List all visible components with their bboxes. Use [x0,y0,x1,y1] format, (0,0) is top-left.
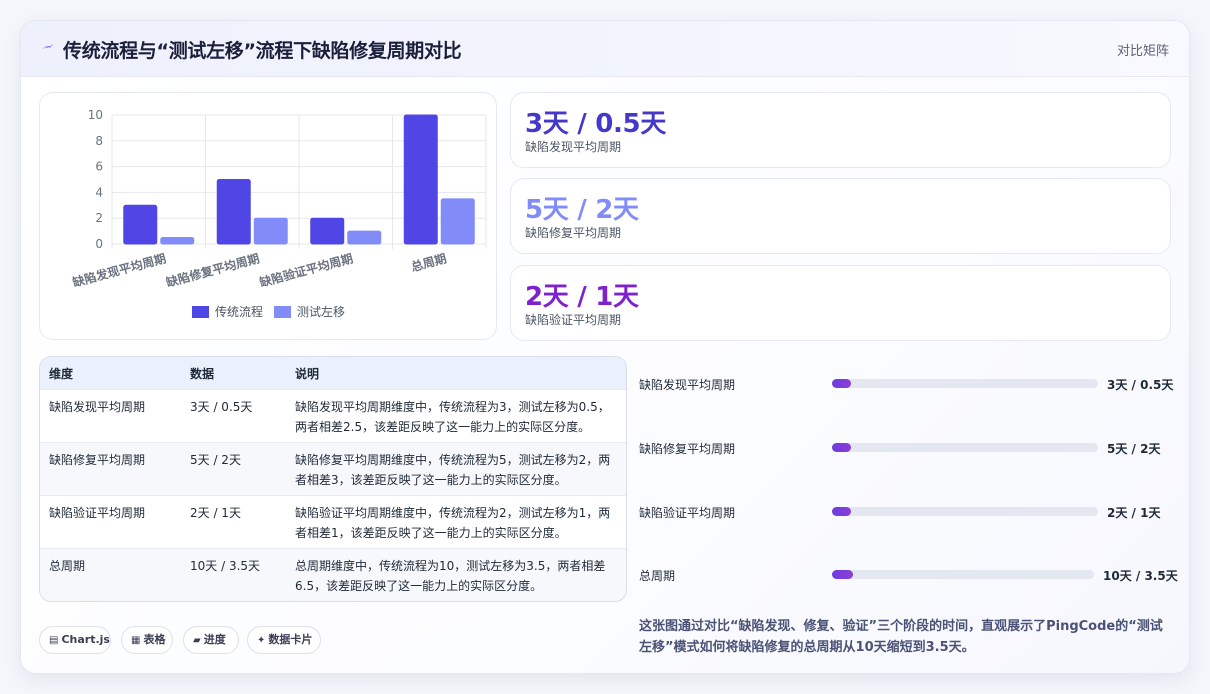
table-cell-desc: 缺陷发现平均周期维度中，传统流程为3，测试左移为0.5，两者相差2.5，该差距反… [295,400,610,434]
x-tick-label: 缺陷验证平均周期 [258,250,355,289]
table-cell-dimension: 缺陷发现平均周期 [49,400,146,414]
chip-table[interactable]: ▦ 表格 [121,626,173,654]
chip-label: 进度 [203,633,226,646]
progress-fill [832,507,851,516]
progress-track [832,570,1094,579]
bar-traditional [123,204,158,245]
legend-label: 传统流程 [215,304,263,319]
table-cell-data: 10天 / 3.5天 [190,559,261,573]
progress-value: 3天 / 0.5天 [1107,378,1174,392]
summary-description: 这张图通过对比“缺陷发现、修复、验证”三个阶段的时间，直观展示了PingCode… [639,619,1163,655]
table-cell-desc: 缺陷验证平均周期维度中，传统流程为2，测试左移为1，两者相差1，该差距反映了这一… [295,506,611,540]
progress-label: 缺陷修复平均周期 [639,442,736,456]
card-header: 传统流程与“测试左移”流程下缺陷修复周期对比 对比矩阵 [21,21,1189,77]
table-cell-data: 3天 / 0.5天 [190,400,253,414]
chip-progress[interactable]: ▰ 进度 [183,626,239,654]
progress-fill [832,379,851,388]
table-header-row: 维度 数据 说明 [40,357,626,390]
bar-shift-left [347,230,382,245]
chart-icon: ▤ [49,635,59,646]
table-cell-dimension: 缺陷修复平均周期 [49,453,146,467]
stat-label: 缺陷验证平均周期 [525,313,622,327]
progress-label: 缺陷验证平均周期 [639,506,736,520]
legend-swatch [192,306,209,318]
y-tick-label: 4 [95,185,103,199]
bar-chart: 10 8 6 4 2 0缺陷发现平均周期缺陷修复平均周期缺陷验证平均周期 总周期传统流程 测试… [71,108,487,319]
table-header-dimension: 维度 [49,367,74,381]
header-tag: 对比矩阵 [1116,44,1169,59]
sparkle-icon: ✦ [257,635,266,646]
chip-label: 数据卡片 [268,633,313,646]
bar-chart-panel: 10 8 6 4 2 0 缺陷发现平均周期 缺陷修复平均周期 缺陷验证平均周期 总周期传统流程 测试… [39,92,497,340]
table-header-data: 数据 [190,367,215,381]
stat-value: 5天 / 2天 [525,195,639,225]
chip-label: Chart.js [61,633,110,646]
progress-track [832,507,1098,516]
x-tick-label: 缺陷发现平均周期 [71,250,168,289]
legend-swatch [274,306,291,318]
progress-icon: ▰ [193,635,201,646]
chip-data-card[interactable]: ✦ 数据卡片 [247,626,321,654]
stat-value: 3天 / 0.5天 [525,109,667,139]
table-row: 缺陷发现平均周期 3天 / 0.5天 缺陷发现平均周期维度中，传统流程为3，测试… [40,390,626,443]
stat-label: 缺陷发现平均周期 [525,140,622,154]
table-row: 缺陷修复平均周期 5天 / 2天 缺陷修复平均周期维度中，传统流程为5，测试左移… [40,443,626,496]
legend-label: 测试左移 [297,304,345,319]
progress-value: 5天 / 2天 [1107,442,1161,456]
table-cell-desc: 缺陷修复平均周期维度中，传统流程为5，测试左移为2，两者相差3，该差距反映了这一… [295,453,611,487]
stat-card-repair: 5天 / 2天 缺陷修复平均周期 [510,178,1171,254]
x-tick-label: 缺陷修复平均周期 [164,250,261,289]
progress-track [832,443,1098,452]
stat-card-verify: 2天 / 1天 缺陷验证平均周期 [510,265,1171,341]
stat-card-discovery: 3天 / 0.5天 缺陷发现平均周期 [510,92,1171,168]
stat-label: 缺陷修复平均周期 [525,226,622,240]
bar-shift-left [440,198,475,245]
table-cell-data: 2天 / 1天 [190,506,241,520]
progress-fill [832,570,853,579]
table-icon: ▦ [131,635,141,646]
bar-traditional [310,217,345,245]
y-tick-label: 8 [95,134,103,148]
bar-traditional [216,179,251,245]
y-tick-label: 2 [95,211,103,225]
progress-value: 2天 / 1天 [1107,506,1161,520]
progress-label: 缺陷发现平均周期 [639,378,736,392]
stat-value: 2天 / 1天 [525,282,639,312]
y-tick-label: 0 [95,237,103,251]
table-row: 总周期 10天 / 3.5天 总周期维度中，传统流程为10，测试左移为3.5，两… [40,549,626,601]
bar-shift-left [253,217,288,245]
progress-label: 总周期 [639,569,676,583]
y-tick-label: 6 [95,160,103,174]
lightning-icon [42,44,54,49]
table-cell-desc: 总周期维度中，传统流程为10，测试左移为3.5，两者相差6.5，该差距反映了这一… [295,559,606,593]
data-table: 维度 数据 说明 缺陷发现平均周期 3天 / 0.5天 缺陷发现平均周期维度中，… [39,356,627,602]
bar-shift-left [160,237,195,245]
page-title: 传统流程与“测试左移”流程下缺陷修复周期对比 [63,40,462,62]
table-cell-dimension: 缺陷验证平均周期 [49,506,146,520]
progress-fill [832,443,851,452]
chip-chartjs[interactable]: ▤ Chart.js [39,626,111,654]
progress-value: 10天 / 3.5天 [1103,569,1178,583]
x-tick-label: 总周期 [409,250,448,274]
progress-track [832,379,1098,388]
y-tick-label: 10 [88,108,103,122]
bar-traditional [403,114,438,245]
table-header-desc: 说明 [295,367,320,381]
table-cell-data: 5天 / 2天 [190,453,241,467]
chip-label: 表格 [143,633,166,646]
table-cell-dimension: 总周期 [49,559,86,573]
table-row: 缺陷验证平均周期 2天 / 1天 缺陷验证平均周期维度中，传统流程为2，测试左移… [40,496,626,549]
